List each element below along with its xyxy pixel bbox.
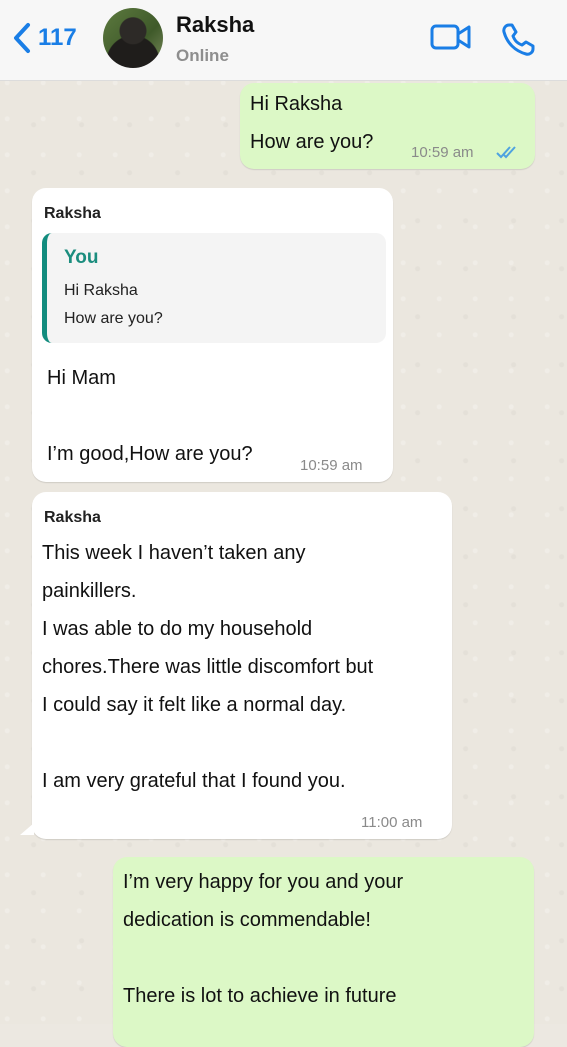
quoted-message[interactable]: You Hi Raksha How are you? — [42, 233, 386, 343]
message-text: Hi Raksha How are you? — [250, 93, 374, 153]
incoming-message[interactable]: Raksha This week I haven’t taken any pai… — [32, 492, 452, 839]
back-count: 117 — [38, 24, 77, 51]
message-sender: Raksha — [44, 205, 101, 222]
outgoing-message[interactable]: I’m very happy for you and your dedicati… — [113, 857, 534, 1047]
message-time: 10:59 am — [300, 457, 363, 474]
message-time: 11:00 am — [361, 814, 423, 831]
message-tail — [20, 823, 34, 835]
message-time: 10:59 am — [411, 144, 474, 161]
contact-name[interactable]: Raksha — [176, 12, 254, 38]
avatar[interactable] — [103, 8, 163, 68]
video-camera-icon — [430, 24, 471, 50]
message-text: This week I haven’t taken any painkiller… — [42, 542, 374, 792]
video-call-button[interactable] — [430, 22, 472, 57]
phone-icon — [502, 23, 535, 56]
chevron-left-icon — [14, 23, 30, 53]
outgoing-message[interactable]: Hi Raksha How are you? 10:59 am — [240, 83, 535, 169]
quote-author: You — [64, 247, 99, 268]
incoming-message[interactable]: Raksha You Hi Raksha How are you? Hi Mam… — [32, 188, 393, 482]
message-text: I’m very happy for you and your dedicati… — [123, 871, 404, 1007]
contact-status: Online — [176, 46, 229, 65]
chat-header: 117 Raksha Online — [0, 0, 567, 81]
double-check-icon — [496, 146, 516, 159]
voice-call-button[interactable] — [500, 22, 536, 63]
message-sender: Raksha — [44, 509, 101, 526]
message-text: Hi Mam I’m good,How are you? — [47, 367, 253, 465]
quote-text: Hi Raksha How are you? — [64, 282, 163, 327]
back-button[interactable]: 117 — [12, 22, 77, 54]
